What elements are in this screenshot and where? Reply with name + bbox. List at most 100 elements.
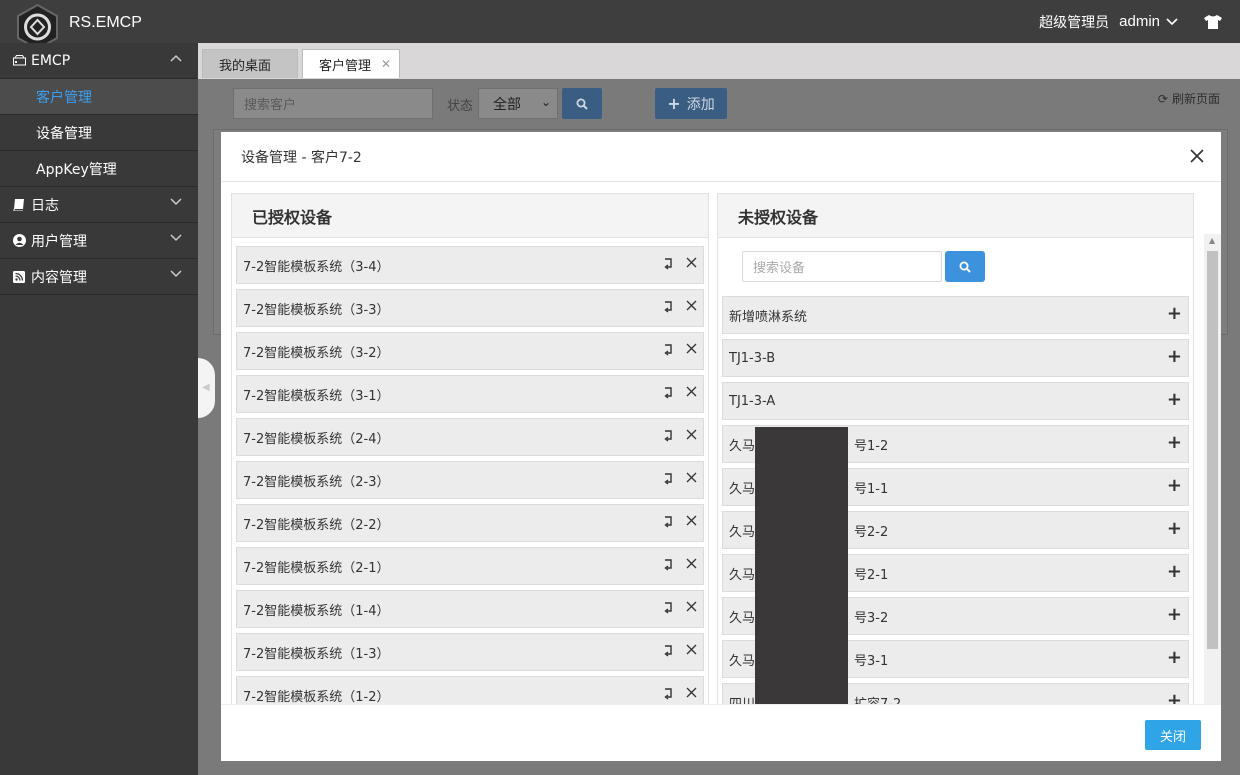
reset-icon[interactable] bbox=[662, 257, 674, 270]
sidebar-item-customer-management[interactable]: 客户管理 bbox=[0, 79, 198, 115]
sidebar-section-emcp[interactable]: EMCP bbox=[0, 43, 198, 79]
close-icon[interactable] bbox=[1189, 148, 1205, 164]
remove-icon[interactable] bbox=[686, 601, 697, 612]
scrollbar-thumb[interactable] bbox=[1207, 251, 1218, 649]
device-name: 7-2智能模板系统（3-3） bbox=[243, 302, 390, 318]
add-device-icon[interactable]: + bbox=[1167, 477, 1182, 495]
add-device-icon[interactable]: + bbox=[1167, 305, 1182, 323]
reset-icon[interactable] bbox=[662, 644, 674, 657]
add-device-icon[interactable]: + bbox=[1167, 348, 1182, 366]
tab-label: 客户管理 bbox=[319, 58, 372, 74]
tab-bar: 我的桌面 客户管理 ✕ bbox=[198, 43, 1240, 79]
device-name-prefix: TJ1-3-B bbox=[729, 350, 776, 366]
authorized-device-row: 7-2智能模板系统（3-3） bbox=[236, 289, 704, 327]
theme-shirt-icon[interactable] bbox=[1204, 14, 1222, 29]
authorized-device-row: 7-2智能模板系统（2-3） bbox=[236, 461, 704, 499]
add-device-icon[interactable]: + bbox=[1167, 649, 1182, 667]
user-menu[interactable]: admin bbox=[1119, 13, 1178, 30]
customer-search-button[interactable] bbox=[562, 88, 602, 119]
sidebar-section-content-management[interactable]: 内容管理 bbox=[0, 259, 198, 295]
reset-icon[interactable] bbox=[662, 343, 674, 356]
customer-search-input[interactable]: 搜索客户 bbox=[233, 88, 433, 119]
rss-icon bbox=[12, 270, 26, 284]
device-name: 7-2智能模板系统（2-1） bbox=[243, 560, 390, 576]
sidebar: EMCP 客户管理 设备管理 AppKey管理 日志 用户管理 内容管理 bbox=[0, 43, 198, 775]
status-select[interactable]: 全部 ⌄ bbox=[478, 88, 558, 119]
tab-my-desktop[interactable]: 我的桌面 bbox=[202, 49, 298, 78]
add-label: 添加 bbox=[686, 96, 715, 113]
remove-icon[interactable] bbox=[686, 687, 697, 698]
tab-label: 我的桌面 bbox=[219, 58, 272, 74]
sidebar-item-device-management[interactable]: 设备管理 bbox=[0, 115, 198, 151]
add-customer-button[interactable]: + 添加 bbox=[655, 88, 727, 119]
add-device-icon[interactable]: + bbox=[1167, 520, 1182, 538]
add-device-icon[interactable]: + bbox=[1167, 391, 1182, 409]
reset-icon[interactable] bbox=[662, 300, 674, 313]
device-search-input[interactable]: 搜索设备 bbox=[742, 251, 942, 282]
reset-icon[interactable] bbox=[662, 558, 674, 571]
sidebar-section-label: 用户管理 bbox=[31, 233, 87, 250]
chevron-down-icon bbox=[170, 198, 182, 206]
authorized-device-row: 7-2智能模板系统（3-1） bbox=[236, 375, 704, 413]
remove-icon[interactable] bbox=[686, 558, 697, 569]
user-role: 超级管理员 bbox=[1039, 14, 1110, 31]
chevron-left-icon: ◀ bbox=[202, 382, 210, 393]
device-name-suffix: 号3-1 bbox=[854, 653, 889, 669]
tab-customer-management[interactable]: 客户管理 ✕ bbox=[302, 49, 400, 78]
authorized-device-row: 7-2智能模板系统（1-3） bbox=[236, 633, 704, 671]
device-name-suffix: 号1-2 bbox=[854, 438, 889, 454]
device-search-button[interactable] bbox=[945, 251, 985, 282]
device-name-suffix: 号3-2 bbox=[854, 610, 889, 626]
add-device-icon[interactable]: + bbox=[1167, 606, 1182, 624]
unauthorized-device-row: TJ1-3-B + bbox=[722, 339, 1189, 377]
scroll-up-icon[interactable]: ▲ bbox=[1209, 236, 1215, 245]
remove-icon[interactable] bbox=[686, 300, 697, 311]
add-device-icon[interactable]: + bbox=[1167, 563, 1182, 581]
close-tab-icon[interactable]: ✕ bbox=[381, 57, 391, 71]
remove-icon[interactable] bbox=[686, 386, 697, 397]
authorized-device-row: 7-2智能模板系统（2-2） bbox=[236, 504, 704, 542]
device-name: 7-2智能模板系统（2-2） bbox=[243, 517, 390, 533]
chevron-down-icon bbox=[170, 270, 182, 278]
sidebar-section-log[interactable]: 日志 bbox=[0, 187, 198, 223]
device-name-prefix: 久马 bbox=[729, 438, 756, 454]
add-device-icon[interactable]: + bbox=[1167, 692, 1182, 705]
remove-icon[interactable] bbox=[686, 472, 697, 483]
sidebar-section-label: 日志 bbox=[31, 197, 59, 214]
reset-icon[interactable] bbox=[662, 601, 674, 614]
refresh-page-button[interactable]: ⟳ 刷新页面 bbox=[1158, 90, 1220, 107]
remove-icon[interactable] bbox=[686, 343, 697, 354]
device-name-prefix: 久马 bbox=[729, 481, 756, 497]
modal-title: 设备管理 - 客户7-2 bbox=[241, 149, 362, 166]
device-name-prefix: TJ1-3-A bbox=[729, 393, 776, 409]
remove-icon[interactable] bbox=[686, 429, 697, 440]
device-name: 7-2智能模板系统（3-4） bbox=[243, 259, 390, 275]
user-circle-icon bbox=[12, 234, 26, 248]
brand-name: RS.EMCP bbox=[69, 14, 142, 31]
top-bar: RS.EMCP 超级管理员 admin bbox=[0, 0, 1240, 51]
reset-icon[interactable] bbox=[662, 515, 674, 528]
modal-scrollbar[interactable]: ▲ ▼ bbox=[1204, 234, 1221, 704]
authorized-panel-title: 已授权设备 bbox=[232, 194, 708, 238]
authorized-device-row: 7-2智能模板系统（2-4） bbox=[236, 418, 704, 456]
authorized-device-row: 7-2智能模板系统（1-4） bbox=[236, 590, 704, 628]
reset-icon[interactable] bbox=[662, 386, 674, 399]
reset-icon[interactable] bbox=[662, 429, 674, 442]
add-device-icon[interactable]: + bbox=[1167, 434, 1182, 452]
device-name: 7-2智能模板系统（3-1） bbox=[243, 388, 390, 404]
remove-icon[interactable] bbox=[686, 257, 697, 268]
reset-icon[interactable] bbox=[662, 472, 674, 485]
reset-icon[interactable] bbox=[662, 687, 674, 700]
device-name-prefix: 久马 bbox=[729, 610, 756, 626]
sidebar-section-user-management[interactable]: 用户管理 bbox=[0, 223, 198, 259]
device-name-prefix: 新增喷淋系统 bbox=[729, 309, 808, 325]
remove-icon[interactable] bbox=[686, 644, 697, 655]
device-name-prefix: 久马 bbox=[729, 653, 756, 669]
modal-header: 设备管理 - 客户7-2 bbox=[221, 132, 1221, 182]
sidebar-collapse-handle[interactable]: ◀ bbox=[198, 358, 215, 418]
sidebar-item-appkey-management[interactable]: AppKey管理 bbox=[0, 151, 198, 187]
chevron-up-icon bbox=[170, 54, 182, 62]
close-button[interactable]: 关闭 bbox=[1145, 720, 1201, 750]
remove-icon[interactable] bbox=[686, 515, 697, 526]
device-name-prefix: 久马 bbox=[729, 524, 756, 540]
